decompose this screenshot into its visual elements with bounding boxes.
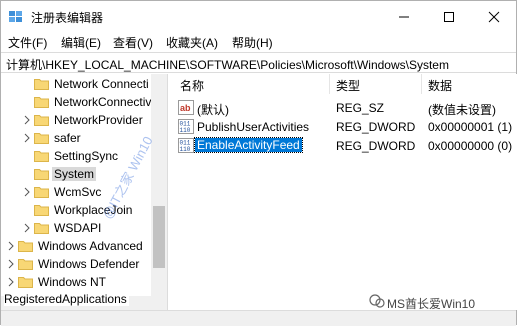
folder-icon (18, 241, 33, 252)
value-type: REG_DWORD (336, 139, 416, 153)
value-type: REG_SZ (336, 101, 385, 115)
key-tree-pane: Network Connecti NetworkConnectiv Networ… (1, 74, 167, 310)
tree-item-registered-applications[interactable]: RegisteredApplications (4, 292, 129, 306)
folder-icon (34, 169, 49, 180)
address-path[interactable]: 计算机\HKEY_LOCAL_MACHINE\SOFTWARE\Policies… (6, 56, 449, 73)
regedit-window: 注册表编辑器 文件(F) 编辑(E) 查看(V) 收藏夹(A) 帮助(H) 计算… (0, 0, 517, 326)
chevron-right-icon[interactable] (7, 259, 15, 269)
value-name: PublishUserActivities (197, 120, 310, 134)
folder-icon (34, 79, 49, 90)
folder-icon (34, 223, 49, 234)
folder-icon (18, 259, 33, 270)
maximize-button[interactable] (426, 1, 472, 31)
menu-bar: 文件(F) 编辑(E) 查看(V) 收藏夹(A) 帮助(H) (1, 31, 516, 51)
tree-item[interactable]: WSDAPI (1, 219, 151, 237)
chevron-right-icon[interactable] (23, 223, 31, 233)
minimize-icon (399, 16, 409, 18)
svg-text:110: 110 (180, 127, 191, 134)
tree-item[interactable]: NetworkConnectiv (1, 93, 151, 111)
tree-item-label: WcmSvc (54, 185, 102, 199)
maximize-icon (444, 12, 454, 22)
dword-value-icon: 011 110 (178, 119, 194, 134)
address-bar[interactable]: 计算机\HKEY_LOCAL_MACHINE\SOFTWARE\Policies… (1, 52, 516, 73)
menu-file[interactable]: 文件(F) (8, 34, 47, 51)
folder-icon (34, 151, 49, 162)
tree-item-label: Windows Advanced (38, 239, 143, 253)
menu-edit[interactable]: 编辑(E) (61, 34, 101, 51)
tree-item[interactable]: NetworkProvider (1, 111, 151, 129)
list-row[interactable]: 011 110 PublishUserActivities REG_DWORD … (172, 117, 517, 136)
folder-icon (34, 115, 49, 126)
string-value-icon: ab (178, 100, 194, 115)
column-header-type[interactable]: 类型 (336, 74, 360, 94)
tree-item[interactable]: Windows NT (1, 273, 151, 291)
chevron-right-icon[interactable] (7, 277, 15, 287)
tree-item-label: System (52, 167, 97, 181)
value-data: 0x00000001 (1) (428, 120, 513, 134)
close-button[interactable] (471, 1, 517, 31)
list-row-selected[interactable]: 011 110 EnableActivityFeed REG_DWORD 0x0… (172, 136, 517, 155)
menu-view[interactable]: 查看(V) (113, 34, 153, 51)
tree-item-label: Windows NT (38, 275, 107, 289)
value-data: (数值未设置) (428, 103, 496, 117)
tree-item[interactable]: Windows Defender (1, 255, 151, 273)
tree-item[interactable]: Windows Advanced (1, 237, 151, 255)
chevron-right-icon[interactable] (23, 115, 31, 125)
chevron-right-icon[interactable] (7, 241, 15, 251)
folder-icon (34, 133, 49, 144)
menu-help[interactable]: 帮助(H) (232, 34, 273, 51)
tree-item[interactable]: safer (1, 129, 151, 147)
tree-item-label: safer (54, 131, 81, 145)
list-row[interactable]: ab (默认) REG_SZ (数值未设置) (172, 98, 517, 117)
tree-item[interactable]: WorkplaceJoin (1, 201, 151, 219)
column-header-data[interactable]: 数据 (428, 74, 452, 94)
menu-favorites[interactable]: 收藏夹(A) (166, 34, 218, 51)
watermark-brand-text: MS酋长爱Win10 (387, 297, 476, 311)
folder-icon (34, 187, 49, 198)
value-name: (默认) (197, 103, 229, 117)
minimize-button[interactable] (381, 1, 427, 31)
tree-item-label: Windows Defender (38, 257, 140, 271)
value-data: 0x00000000 (0) (428, 139, 513, 153)
folder-icon (34, 205, 49, 216)
svg-text:110: 110 (180, 146, 191, 153)
tree-item[interactable]: Network Connecti (1, 75, 151, 93)
folder-icon (18, 277, 33, 288)
tree-item-label: Network Connecti (54, 77, 149, 91)
column-separator[interactable] (421, 74, 422, 94)
window-title: 注册表编辑器 (31, 11, 104, 25)
tree-item-label: NetworkProvider (54, 113, 143, 127)
dword-value-icon: 011 110 (178, 138, 194, 153)
title-bar: 注册表编辑器 (1, 1, 516, 31)
column-separator[interactable] (329, 74, 330, 94)
tree-item-label: WSDAPI (54, 221, 102, 235)
chevron-right-icon[interactable] (23, 133, 31, 143)
chevron-right-icon[interactable] (23, 187, 31, 197)
tree-item-label: NetworkConnectiv (54, 95, 152, 109)
value-name[interactable]: EnableActivityFeed (194, 137, 303, 153)
close-icon (488, 11, 500, 23)
tree-scrollbar-thumb[interactable] (153, 206, 165, 268)
regedit-app-icon (9, 11, 22, 22)
folder-icon (34, 97, 49, 108)
tree-item-label: SettingSync (54, 149, 119, 163)
svg-text:ab: ab (180, 103, 191, 113)
column-header-name[interactable]: 名称 (180, 74, 204, 94)
status-bar (1, 310, 516, 326)
values-list-pane: 名称 类型 数据 ab (默认) REG_SZ (数值未设置) 011 110 … (172, 74, 517, 310)
wechat-brand-icon (369, 294, 385, 308)
value-type: REG_DWORD (336, 120, 416, 134)
